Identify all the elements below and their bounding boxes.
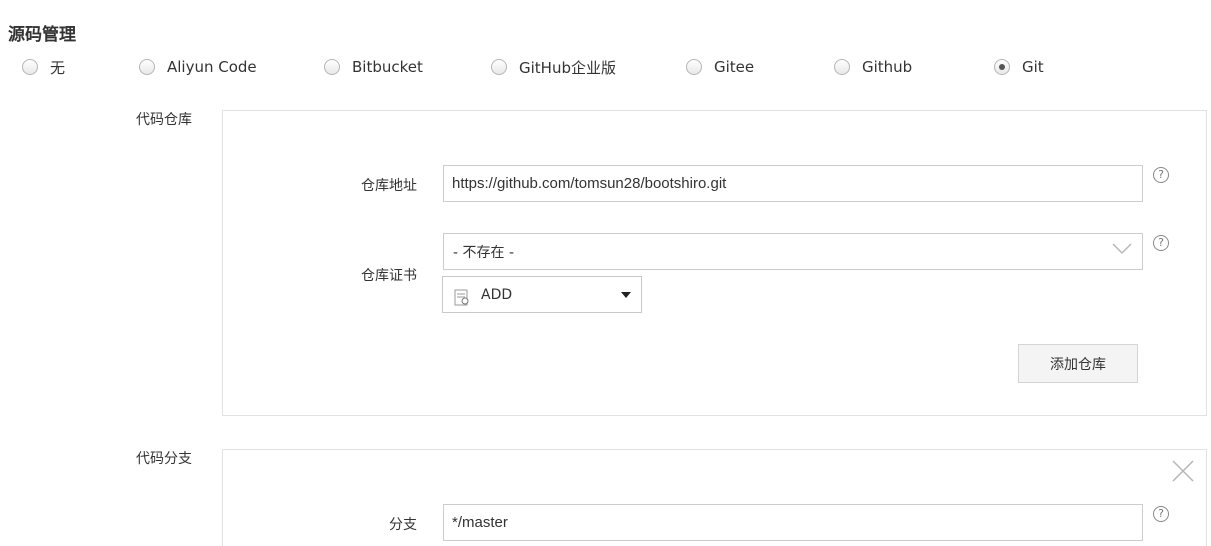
chevron-down-icon xyxy=(1112,243,1132,255)
radio-selected-dot xyxy=(999,64,1005,70)
help-icon[interactable]: ? xyxy=(1153,506,1169,522)
radio-label: Git xyxy=(1022,58,1044,76)
radio-option-none[interactable]: 无 xyxy=(22,57,65,77)
radio-icon[interactable] xyxy=(22,59,38,75)
radio-option-aliyun-code[interactable]: Aliyun Code xyxy=(139,57,257,77)
help-icon[interactable]: ? xyxy=(1153,235,1169,251)
caret-down-icon xyxy=(621,292,631,298)
radio-option-git[interactable]: Git xyxy=(994,57,1044,77)
credential-select-value: - 不存在 - xyxy=(453,244,515,261)
radio-icon[interactable] xyxy=(686,59,702,75)
radio-label: GitHub企业版 xyxy=(519,58,616,77)
radio-option-github-enterprise[interactable]: GitHub企业版 xyxy=(491,57,616,77)
help-icon[interactable]: ? xyxy=(1153,167,1169,183)
radio-icon[interactable] xyxy=(324,59,340,75)
radio-option-gitee[interactable]: Gitee xyxy=(686,57,754,77)
radio-icon[interactable] xyxy=(994,59,1010,75)
radio-option-bitbucket[interactable]: Bitbucket xyxy=(324,57,423,77)
radio-label: Github xyxy=(862,58,913,76)
branch-input[interactable] xyxy=(443,504,1143,541)
radio-label: Bitbucket xyxy=(352,58,423,76)
repo-url-label: 仓库地址 xyxy=(361,178,417,194)
radio-option-github[interactable]: Github xyxy=(834,57,912,77)
radio-label: Aliyun Code xyxy=(167,58,257,76)
credential-icon xyxy=(454,289,469,306)
radio-icon[interactable] xyxy=(834,59,850,75)
add-credential-label: ADD xyxy=(481,287,513,303)
repo-section-label: 代码仓库 xyxy=(136,112,192,128)
radio-label: 无 xyxy=(50,58,66,77)
branch-section-label: 代码分支 xyxy=(136,451,192,467)
add-credential-button[interactable]: ADD xyxy=(442,276,642,313)
close-icon[interactable] xyxy=(1172,460,1194,482)
radio-icon[interactable] xyxy=(491,59,507,75)
branch-label: 分支 xyxy=(389,517,417,533)
add-repository-button[interactable]: 添加仓库 xyxy=(1018,344,1138,383)
credential-select[interactable]: - 不存在 - xyxy=(443,233,1143,270)
section-title: 源码管理 xyxy=(8,25,76,45)
radio-label: Gitee xyxy=(714,58,755,76)
repo-url-input[interactable] xyxy=(443,165,1143,202)
radio-icon[interactable] xyxy=(139,59,155,75)
repo-credential-label: 仓库证书 xyxy=(361,268,417,284)
